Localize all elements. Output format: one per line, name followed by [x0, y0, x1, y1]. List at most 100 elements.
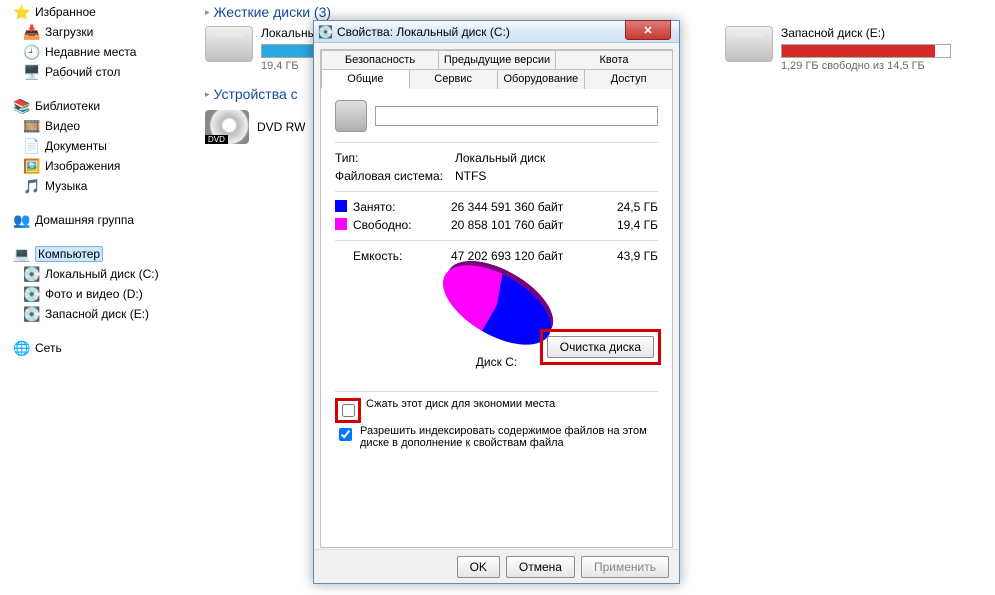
dvd-icon: DVD — [205, 110, 249, 144]
network-icon: 🌐 — [14, 340, 30, 356]
free-bytes: 20 858 101 760 байт — [451, 218, 587, 232]
index-label: Разрешить индексировать содержимое файло… — [360, 425, 658, 449]
compress-highlight — [335, 398, 361, 423]
drive-header-icon — [335, 100, 367, 132]
drive-icon — [725, 26, 773, 62]
ok-button[interactable]: OK — [457, 556, 500, 578]
tab-tools[interactable]: Сервис — [409, 69, 498, 89]
star-icon: ⭐ — [14, 4, 30, 20]
disk-cleanup-button[interactable]: Очистка диска — [547, 336, 654, 358]
sidebar-drive-e[interactable]: 💽 Запасной диск (E:) — [14, 304, 187, 324]
sidebar-video[interactable]: 🎞️ Видео — [14, 116, 187, 136]
properties-dialog: 💽 Свойства: Локальный диск (C:) ✕ Безопа… — [313, 20, 680, 584]
sidebar-local-c[interactable]: 💽 Локальный диск (C:) — [14, 264, 187, 284]
video-icon: 🎞️ — [24, 118, 40, 134]
tab-security[interactable]: Безопасность — [321, 50, 439, 69]
label: Загрузки — [45, 25, 93, 39]
label: Музыка — [45, 179, 87, 193]
drive-name: Запасной диск (E:) — [781, 26, 965, 40]
label: Видео — [45, 119, 80, 133]
label: Изображения — [45, 159, 120, 173]
label: Емкость: — [353, 249, 451, 263]
label: Локальный диск (C:) — [45, 267, 159, 281]
homegroup-icon: 👥 — [14, 212, 30, 228]
label: Библиотеки — [35, 99, 100, 113]
tabs-row-1: Безопасность Предыдущие версии Квота — [321, 50, 672, 69]
label: Тип: — [335, 151, 455, 165]
capacity-bytes: 47 202 693 120 байт — [451, 249, 587, 263]
capacity-bar — [781, 44, 951, 58]
used-gb: 24,5 ГБ — [587, 200, 658, 214]
sidebar-downloads[interactable]: 📥Загрузки — [14, 22, 187, 42]
free-gb: 19,4 ГБ — [587, 218, 658, 232]
sidebar-homegroup[interactable]: 👥 Домашняя группа — [14, 210, 187, 230]
label: Устройства с — [214, 86, 298, 102]
tab-quota[interactable]: Квота — [555, 50, 673, 69]
tab-hardware[interactable]: Оборудование — [497, 69, 586, 89]
doc-icon: 📄 — [24, 138, 40, 154]
cancel-button[interactable]: Отмена — [506, 556, 575, 578]
compress-checkbox[interactable] — [342, 404, 355, 417]
apply-button[interactable]: Применить — [581, 556, 669, 578]
label: Фото и видео (D:) — [45, 287, 143, 301]
sidebar-pictures[interactable]: 🖼️ Изображения — [14, 156, 187, 176]
label: Занято: — [353, 200, 451, 214]
drive-icon: 💽 — [24, 306, 40, 322]
drive-icon: 💽 — [24, 286, 40, 302]
library-icon: 📚 — [14, 98, 30, 114]
label: Домашняя группа — [35, 213, 134, 227]
volume-label-input[interactable] — [375, 106, 658, 126]
sidebar-favorites[interactable]: ⭐ Избранное — [14, 2, 187, 22]
tab-prev-versions[interactable]: Предыдущие версии — [438, 50, 556, 69]
tab-content-general: Тип:Локальный диск Файловая система:NTFS… — [321, 90, 672, 547]
sidebar-desktop[interactable]: 🖥️ Рабочий стол — [14, 62, 187, 82]
sidebar-music[interactable]: 🎵 Музыка — [14, 176, 187, 196]
label: Файловая система: — [335, 169, 455, 183]
capacity-gb: 43,9 ГБ — [587, 249, 658, 263]
value: NTFS — [455, 169, 591, 183]
tab-general[interactable]: Общие — [321, 69, 410, 89]
desktop-icon: 🖥️ — [24, 64, 40, 80]
drive-status: 1,29 ГБ свободно из 14,5 ГБ — [781, 60, 965, 72]
compress-label: Сжать этот диск для экономии места — [366, 398, 555, 410]
usage-pie-chart: Очистка диска — [335, 275, 658, 345]
computer-icon: 💻 — [14, 246, 30, 262]
cleanup-highlight: Очистка диска — [540, 329, 661, 365]
sidebar-drive-d[interactable]: 💽 Фото и видео (D:) — [14, 284, 187, 304]
dvd-label: DVD RW — [257, 120, 305, 134]
sidebar-network[interactable]: 🌐 Сеть — [14, 338, 187, 358]
sidebar-libraries[interactable]: 📚 Библиотеки — [14, 96, 187, 116]
sidebar-documents[interactable]: 📄 Документы — [14, 136, 187, 156]
dialog-titlebar[interactable]: 💽 Свойства: Локальный диск (C:) ✕ — [314, 21, 679, 43]
used-bytes: 26 344 591 360 байт — [451, 200, 587, 214]
drive-icon: 💽 — [24, 266, 40, 282]
label: Запасной диск (E:) — [45, 307, 149, 321]
section-hard-disks[interactable]: Жесткие диски (3) — [205, 4, 985, 20]
index-checkbox[interactable] — [339, 428, 352, 441]
explorer-sidebar: ⭐ Избранное 📥Загрузки 🕘 Недавние места 🖥️ Р… — [0, 0, 195, 595]
sidebar-recent[interactable]: 🕘 Недавние места — [14, 42, 187, 62]
label: Документы — [45, 139, 107, 153]
label: Свободно: — [353, 218, 451, 232]
picture-icon: 🖼️ — [24, 158, 40, 174]
favorites-label: Избранное — [35, 5, 96, 19]
dialog-footer: OK Отмена Применить — [314, 549, 679, 583]
dialog-title: Свойства: Локальный диск (C:) — [337, 25, 510, 39]
drive-icon: 💽 — [318, 25, 333, 39]
drive-e[interactable]: Запасной диск (E:) 1,29 ГБ свободно из 1… — [725, 26, 965, 72]
close-button[interactable]: ✕ — [625, 20, 671, 40]
tab-sharing[interactable]: Доступ — [584, 69, 673, 89]
label: Сеть — [35, 341, 62, 355]
free-swatch — [335, 218, 347, 230]
label: Компьютер — [35, 246, 103, 262]
value: Локальный диск — [455, 151, 591, 165]
label: Рабочий стол — [45, 65, 120, 79]
tabs-row-2: Общие Сервис Оборудование Доступ — [321, 69, 672, 89]
label: Недавние места — [45, 45, 136, 59]
music-icon: 🎵 — [24, 178, 40, 194]
recent-icon: 🕘 — [24, 44, 40, 60]
label: Жесткие диски (3) — [214, 4, 332, 20]
drive-icon — [205, 26, 253, 62]
used-swatch — [335, 200, 347, 212]
sidebar-computer[interactable]: 💻 Компьютер — [14, 244, 187, 264]
